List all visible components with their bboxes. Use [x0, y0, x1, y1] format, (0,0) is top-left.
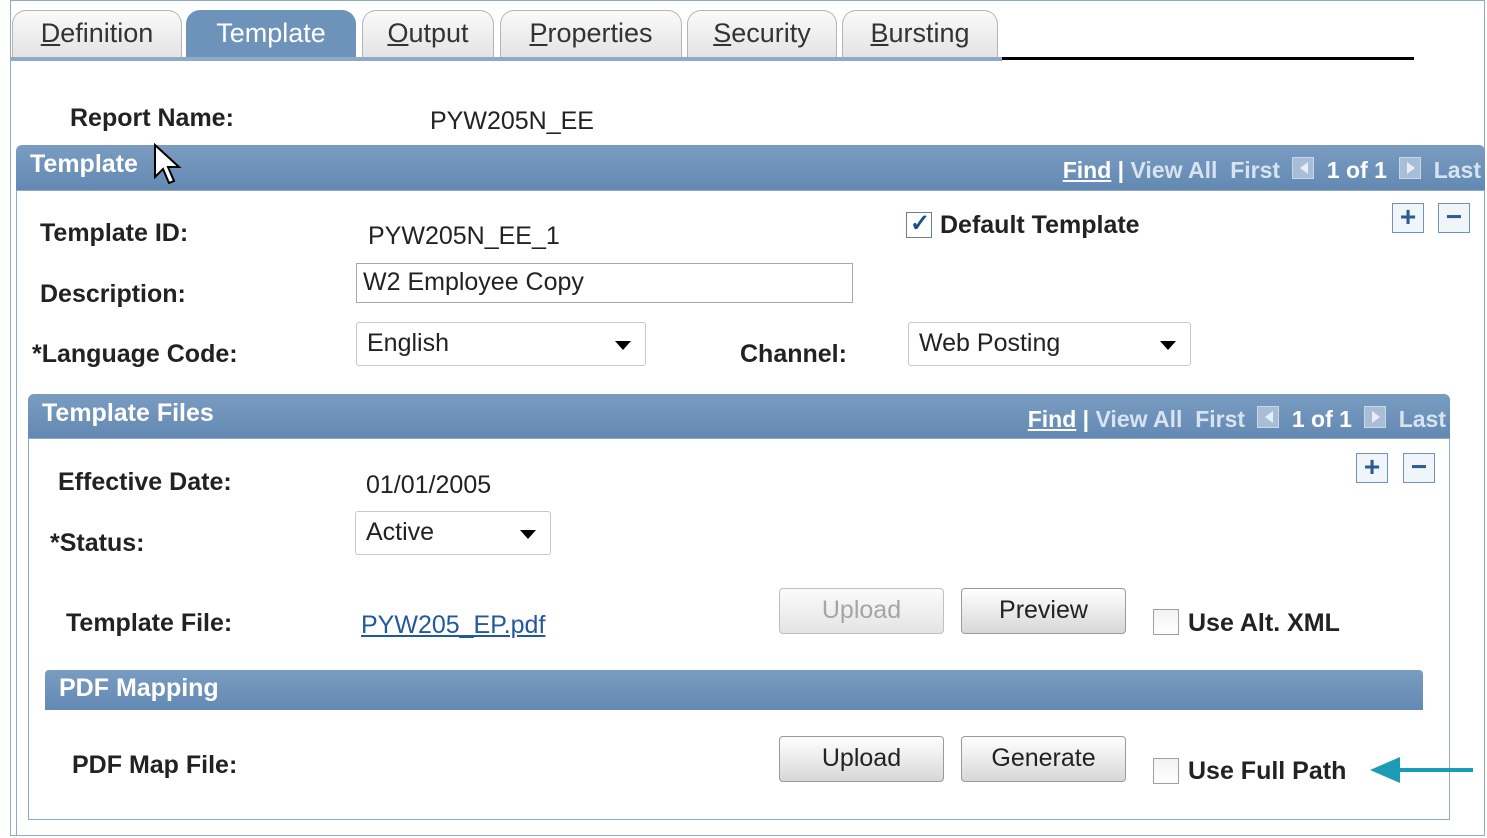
channel-select[interactable]: Web Posting	[908, 322, 1191, 366]
tab-output[interactable]: Output	[362, 10, 494, 60]
template-file-label: Template File:	[66, 609, 233, 637]
plus-icon[interactable]: +	[1356, 453, 1388, 483]
effective-date-value: 01/01/2005	[366, 471, 492, 499]
tab-properties[interactable]: Properties	[500, 10, 682, 60]
template-id-label: Template ID:	[40, 219, 189, 247]
preview-button[interactable]: Preview	[961, 588, 1126, 634]
language-code-label: *Language Code:	[32, 340, 238, 368]
language-code-select[interactable]: English	[356, 322, 646, 366]
default-template-checkbox[interactable]	[906, 209, 932, 238]
template-section-title: Template	[30, 150, 138, 178]
default-template-label: Default Template	[940, 211, 1140, 239]
template-nav: Find | View All First 1 of 1 Last	[1062, 156, 1481, 183]
annotation-arrow-icon	[1370, 757, 1473, 783]
last-link: Last	[1398, 406, 1446, 432]
tab-template[interactable]: Template	[186, 10, 356, 60]
report-name-value: PYW205N_EE	[430, 107, 594, 135]
generate-button[interactable]: Generate	[961, 736, 1126, 782]
last-link: Last	[1433, 157, 1481, 183]
find-link[interactable]: Find	[1028, 406, 1077, 432]
tab-security[interactable]: Security	[687, 10, 837, 60]
row-count: 1 of 1	[1291, 406, 1352, 432]
use-full-path-label: Use Full Path	[1188, 757, 1347, 785]
report-name-label: Report Name:	[70, 104, 234, 132]
upload-template-button[interactable]: Upload	[779, 588, 944, 634]
template-files-header: Template Files Find | View All First 1 o…	[28, 394, 1450, 438]
upload-pdf-map-button[interactable]: Upload	[779, 736, 944, 782]
chevron-down-icon	[520, 530, 536, 539]
template-files-title: Template Files	[42, 399, 214, 427]
tab-bar-underline	[10, 57, 1002, 61]
description-label: Description:	[40, 280, 186, 308]
use-alt-xml-label: Use Alt. XML	[1188, 609, 1340, 637]
use-alt-xml-checkbox[interactable]	[1153, 609, 1179, 635]
pdf-mapping-header: PDF Mapping	[45, 670, 1423, 710]
use-full-path-checkbox[interactable]	[1153, 758, 1179, 784]
tab-definition[interactable]: Definition	[12, 10, 182, 60]
description-input[interactable]: W2 Employee Copy	[356, 263, 853, 303]
tab-bursting[interactable]: Bursting	[842, 10, 998, 60]
next-arrow-icon	[1364, 405, 1387, 428]
template-id-value: PYW205N_EE_1	[368, 222, 560, 250]
minus-icon[interactable]: −	[1438, 203, 1470, 233]
chevron-down-icon	[615, 341, 631, 350]
find-link[interactable]: Find	[1063, 157, 1112, 183]
tab-bar-rule	[1002, 57, 1414, 60]
channel-label: Channel:	[740, 340, 847, 368]
status-label: *Status:	[50, 529, 145, 557]
first-link: First	[1230, 157, 1281, 183]
pdf-map-file-label: PDF Map File:	[72, 751, 238, 779]
view-all-link: View All	[1095, 406, 1183, 432]
view-all-link: View All	[1130, 157, 1218, 183]
mouse-cursor-icon	[154, 143, 182, 185]
effective-date-label: Effective Date:	[58, 468, 232, 496]
previous-arrow-icon	[1292, 156, 1315, 179]
template-file-link[interactable]: PYW205_EP.pdf	[361, 611, 545, 640]
next-arrow-icon	[1399, 156, 1422, 179]
first-link: First	[1195, 406, 1246, 432]
status-select[interactable]: Active	[355, 511, 551, 555]
plus-icon[interactable]: +	[1392, 203, 1424, 233]
pdf-mapping-title: PDF Mapping	[59, 674, 219, 702]
previous-arrow-icon	[1257, 405, 1280, 428]
minus-icon[interactable]: −	[1403, 453, 1435, 483]
row-count: 1 of 1	[1326, 157, 1387, 183]
chevron-down-icon	[1160, 341, 1176, 350]
template-section-header: Template Find | View All First 1 of 1 La…	[16, 145, 1485, 190]
template-files-nav: Find | View All First 1 of 1 Last	[1027, 405, 1446, 432]
